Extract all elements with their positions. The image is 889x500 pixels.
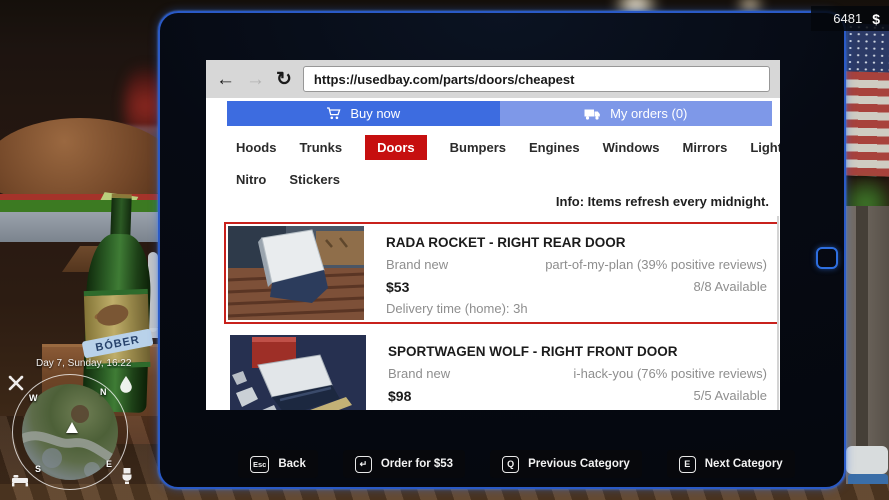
scrollbar[interactable]	[777, 216, 779, 410]
tab-orders-label: My orders (0)	[610, 106, 687, 121]
back-button[interactable]: Esc Back	[238, 450, 318, 478]
category-windows[interactable]: Windows	[603, 140, 660, 155]
category-hoods[interactable]: Hoods	[236, 140, 276, 155]
item-price: $53	[386, 279, 409, 295]
compass-s: S	[35, 464, 41, 474]
background-object	[846, 446, 888, 474]
order-label: Order for $53	[381, 458, 453, 470]
water-icon	[117, 375, 135, 393]
esc-key-icon: Esc	[250, 456, 269, 473]
money-counter: 6481 $	[811, 6, 889, 31]
category-mirrors[interactable]: Mirrors	[683, 140, 728, 155]
truck-icon	[584, 108, 601, 120]
item-details: SPORTWAGEN WOLF - RIGHT FRONT DOOR Brand…	[366, 333, 777, 410]
bottle-brand-text: BÓBER	[82, 328, 154, 358]
refresh-info-text: Info: Items refresh every midnight.	[556, 194, 769, 209]
listing-rada-rocket-door[interactable]: RADA ROCKET - RIGHT REAR DOOR Brand new …	[224, 222, 779, 324]
back-icon[interactable]: ←	[216, 70, 235, 89]
browser-toolbar: ← → ↻	[206, 60, 780, 98]
money-amount: 6481	[833, 11, 862, 26]
item-seller: i-hack-you (76% positive reviews)	[573, 366, 767, 381]
tab-buy-now[interactable]: Buy now	[227, 101, 500, 126]
american-flag	[843, 23, 889, 176]
sleep-icon	[11, 470, 29, 488]
tablet-home-button[interactable]	[816, 247, 838, 269]
flag-stripes	[843, 71, 889, 176]
shop-tabs: Buy now My orders (0)	[227, 101, 772, 126]
shop-page: Buy now My orders (0) Hoods Trunks	[206, 98, 780, 410]
category-lights[interactable]: Lights	[750, 140, 780, 155]
refresh-icon[interactable]: ↻	[276, 70, 292, 89]
enter-key-icon: ↵	[355, 456, 372, 473]
listing-sportwagen-wolf-door[interactable]: SPORTWAGEN WOLF - RIGHT FRONT DOOR Brand…	[224, 331, 779, 410]
tab-buy-label: Buy now	[350, 106, 400, 121]
item-availability: 8/8 Available	[694, 279, 768, 295]
compass-e: E	[106, 459, 112, 469]
item-photo-sportwagen-wolf-door	[230, 335, 366, 410]
q-key-icon: Q	[502, 456, 519, 473]
item-details: RADA ROCKET - RIGHT REAR DOOR Brand new …	[364, 224, 777, 322]
url-input[interactable]	[303, 66, 770, 92]
item-condition: Brand new	[386, 257, 448, 272]
compass-w: W	[29, 393, 38, 403]
previous-category-label: Previous Category	[528, 458, 630, 470]
forward-icon[interactable]: →	[246, 70, 265, 89]
beaver-logo	[95, 302, 131, 329]
browser-window: ← → ↻ Buy now	[206, 60, 780, 410]
order-button[interactable]: ↵ Order for $53	[343, 450, 465, 478]
minimap: N W S E	[8, 370, 132, 494]
tablet-device: ← → ↻ Buy now	[158, 11, 846, 489]
item-availability: 5/5 Available	[694, 388, 768, 404]
next-category-label: Next Category	[705, 458, 783, 470]
game-datetime: Day 7, Sunday, 16:22	[36, 358, 131, 369]
category-engines[interactable]: Engines	[529, 140, 580, 155]
compass-n: N	[100, 387, 107, 397]
item-seller: part-of-my-plan (39% positive reviews)	[545, 257, 767, 272]
cart-icon	[326, 107, 341, 120]
category-trunks[interactable]: Trunks	[299, 140, 342, 155]
food-icon	[7, 374, 25, 392]
category-row-1: Hoods Trunks Doors Bumpers Engines Windo…	[236, 134, 780, 160]
toilet-icon	[118, 467, 136, 485]
category-doors[interactable]: Doors	[365, 135, 427, 160]
item-photo-rada-rocket-door	[228, 226, 364, 320]
item-title: SPORTWAGEN WOLF - RIGHT FRONT DOOR	[388, 344, 767, 359]
tab-my-orders[interactable]: My orders (0)	[500, 101, 773, 126]
category-row-2: Nitro Stickers	[236, 166, 340, 192]
item-price: $98	[388, 388, 411, 404]
category-bumpers[interactable]: Bumpers	[450, 140, 506, 155]
item-title: RADA ROCKET - RIGHT REAR DOOR	[386, 235, 767, 250]
action-bar: Esc Back ↵ Order for $53 Q Previous Cate…	[238, 450, 795, 478]
dollar-icon: $	[872, 11, 880, 27]
previous-category-button[interactable]: Q Previous Category	[490, 450, 642, 478]
category-nitro[interactable]: Nitro	[236, 172, 266, 187]
burger-bun-top	[0, 118, 178, 202]
e-key-icon: E	[679, 456, 696, 473]
game-screen: BÓBER ← → ↻	[0, 0, 889, 500]
player-marker	[66, 422, 78, 433]
back-label: Back	[278, 458, 306, 470]
item-condition: Brand new	[388, 366, 450, 381]
next-category-button[interactable]: E Next Category	[667, 450, 795, 478]
item-delivery: Delivery time (home): 3h	[386, 301, 528, 316]
category-stickers[interactable]: Stickers	[289, 172, 340, 187]
